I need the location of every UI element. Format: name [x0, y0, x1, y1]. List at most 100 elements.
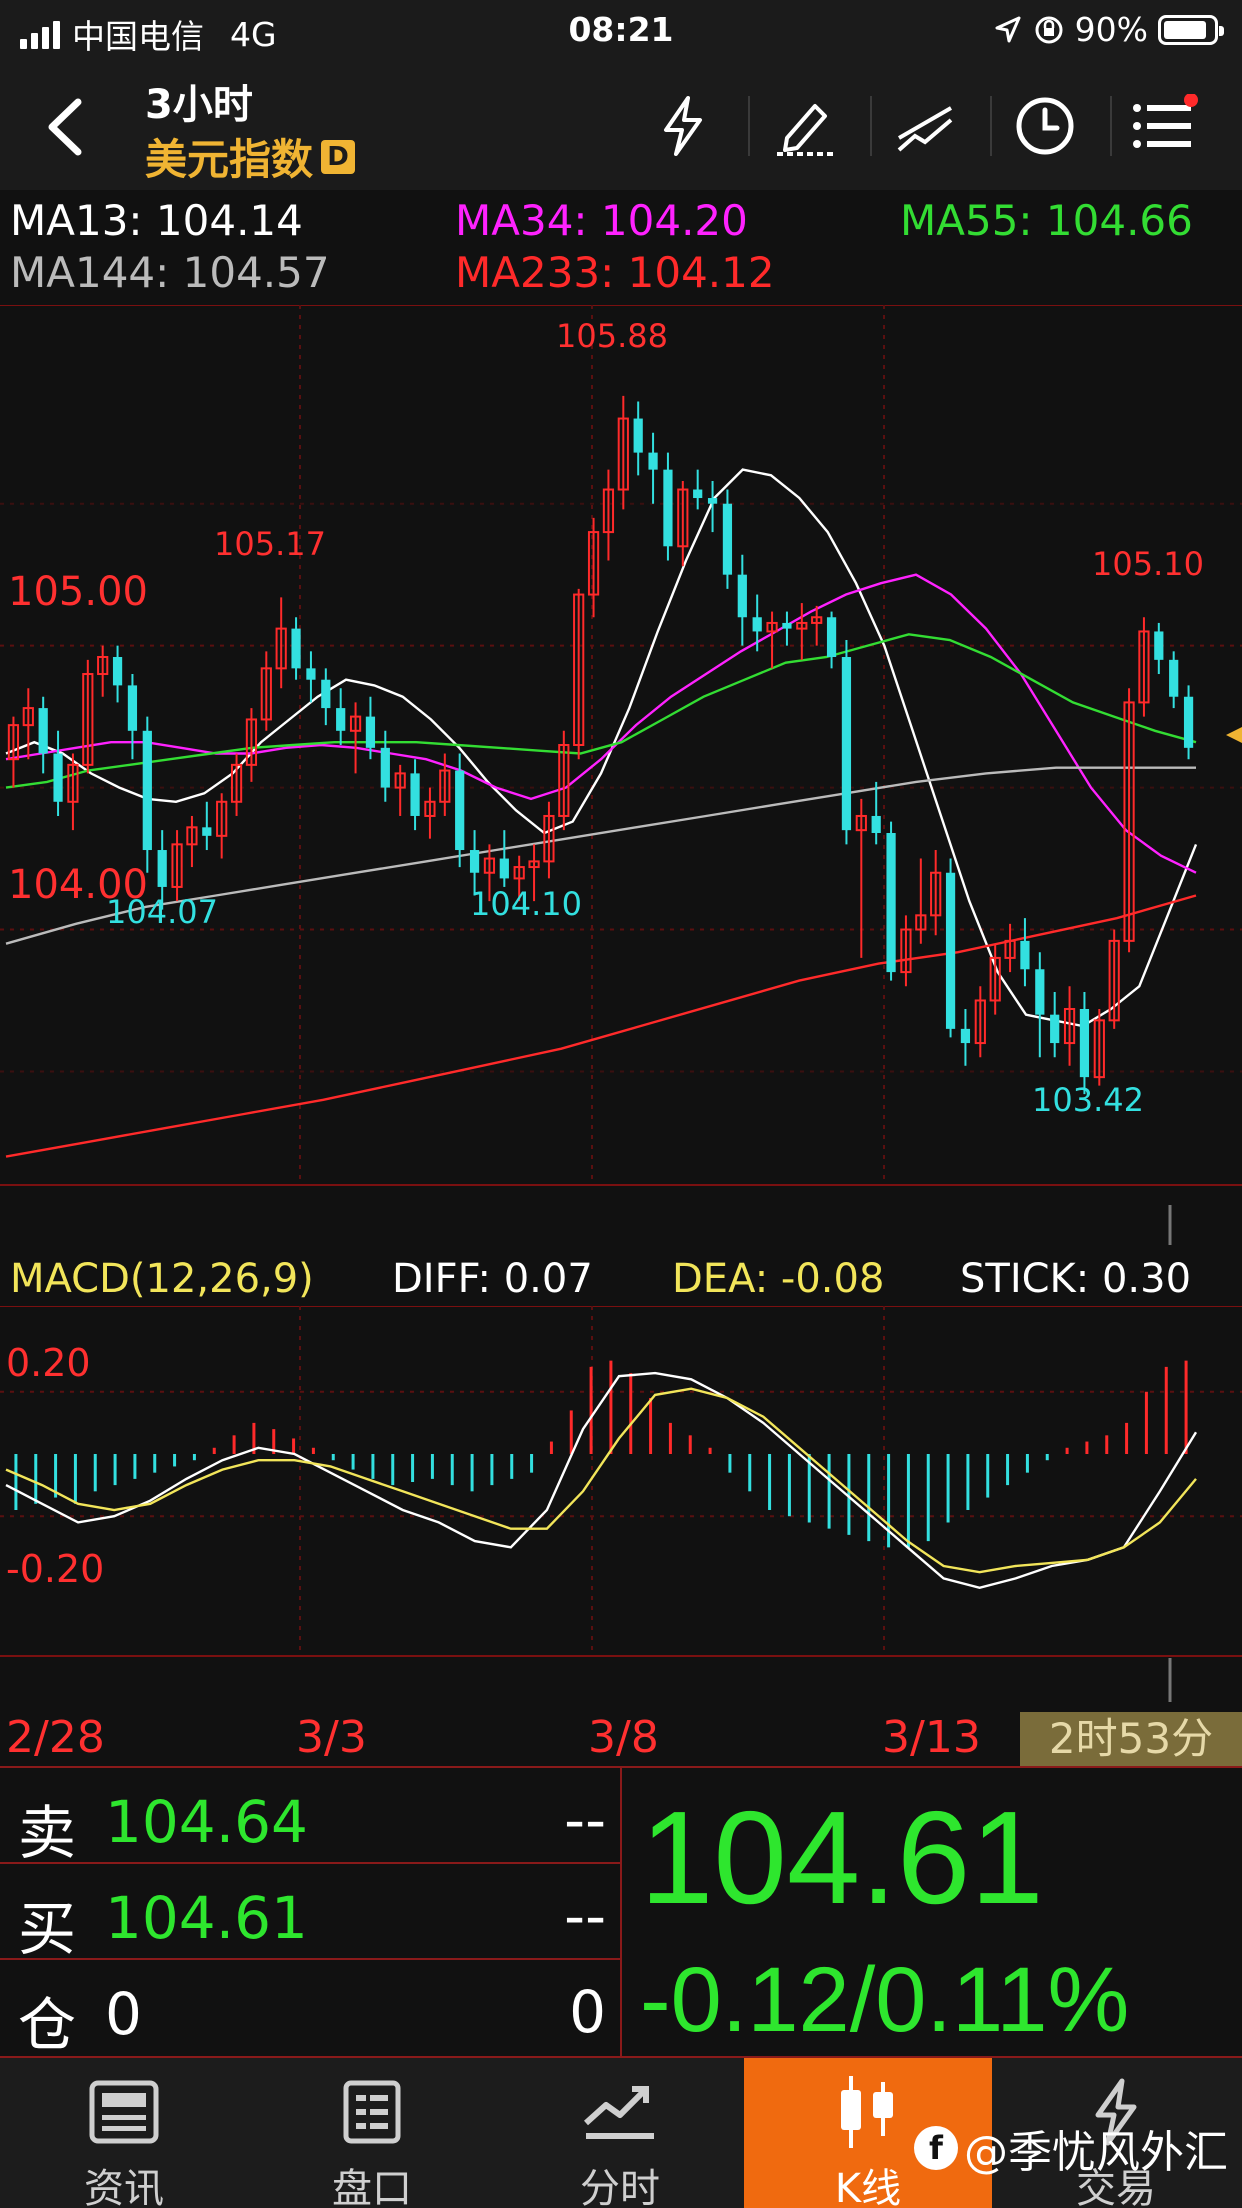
candle-body-down	[127, 685, 138, 731]
macd-sticks	[14, 1360, 1188, 1548]
macd-grid	[0, 1306, 1242, 1657]
candle	[38, 696, 48, 774]
current-price-marker	[1226, 727, 1242, 743]
candle	[142, 716, 152, 873]
nav-news-label: 资讯	[84, 2166, 164, 2208]
candle-body-down	[499, 858, 509, 879]
candle	[82, 659, 94, 774]
nav-timeshare-label: 分时	[580, 2166, 660, 2208]
candle	[1063, 986, 1076, 1066]
sell-row[interactable]: 卖 104.64 --	[0, 1768, 620, 1867]
macd-stick: STICK: 0.30	[960, 1256, 1192, 1302]
candle-body-down	[782, 622, 792, 629]
candle	[53, 730, 63, 816]
candle	[349, 702, 362, 774]
nav-timeshare[interactable]: 分时	[496, 2058, 744, 2208]
candle-body-down	[826, 617, 837, 657]
quote-divider	[620, 1768, 622, 2058]
candle	[97, 645, 109, 697]
macd-title: MACD(12,26,9)	[10, 1256, 314, 1302]
candle	[1138, 617, 1150, 717]
candle-body-down	[886, 833, 896, 973]
candle	[602, 469, 615, 561]
news-icon	[0, 2072, 248, 2152]
candle-body-down	[112, 657, 123, 686]
candle-body-down	[455, 770, 465, 851]
candle	[1004, 923, 1016, 973]
macd-chart[interactable]: 0.20 -0.20	[0, 1306, 1242, 1702]
candle	[782, 611, 792, 646]
candle	[871, 781, 881, 845]
battery-icon	[1158, 14, 1224, 45]
candle	[1035, 952, 1045, 1058]
high-label-1: 105.17	[214, 525, 326, 563]
back-arrow-icon[interactable]	[38, 92, 98, 162]
candle-body-down	[707, 498, 718, 504]
sell-volume: --	[564, 1786, 606, 1854]
ma-line-ma34	[5, 573, 1197, 874]
candle	[677, 481, 689, 567]
quote-panel: 卖 104.64 -- 买 104.61 -- 仓 0 0 104.61 -0.…	[0, 1766, 1242, 2059]
candle-body-down	[157, 850, 167, 887]
candle-body-down	[1020, 940, 1030, 970]
candle	[171, 830, 183, 902]
header-divider	[748, 96, 750, 156]
candle	[945, 858, 956, 1038]
nav-board[interactable]: 盘口	[248, 2058, 496, 2208]
position-label: 仓	[18, 1991, 77, 2059]
buy-row[interactable]: 买 104.61 --	[0, 1864, 620, 1963]
candle	[960, 1009, 971, 1066]
nav-news[interactable]: 资讯	[0, 2058, 248, 2208]
candle	[841, 639, 852, 845]
low-label-1: 104.07	[106, 893, 218, 931]
clock-icon[interactable]	[1005, 86, 1085, 166]
ma-legend: MA13: 104.14 MA34: 104.20 MA55: 104.66 M…	[0, 192, 1242, 304]
candle	[633, 401, 643, 476]
position-value: 0	[105, 1980, 142, 2048]
price-change: -0.12/0.11%	[640, 1949, 1130, 2051]
instrument-title[interactable]: 美元指数 D	[145, 126, 356, 187]
candlestick-chart[interactable]: 105.00 104.00 105.17 105.88 105.10 104.0…	[0, 305, 1242, 1245]
instrument-badge: D	[321, 139, 356, 174]
macd-legend: MACD(12,26,9) DIFF: 0.07 DEA: -0.08 STIC…	[0, 1248, 1242, 1308]
candle	[112, 645, 123, 703]
candle-body-down	[1169, 659, 1179, 697]
candle	[1183, 685, 1194, 760]
candle	[989, 943, 1001, 1015]
low-label-3: 103.42	[1032, 1081, 1144, 1119]
macd-lower-label: -0.20	[6, 1547, 104, 1591]
candle-body-down	[1035, 969, 1045, 1015]
candle	[22, 688, 34, 760]
candle	[321, 668, 331, 726]
candle	[855, 798, 867, 958]
candle-body-down	[53, 753, 63, 802]
candle-body-down	[142, 730, 152, 851]
candle	[275, 597, 287, 689]
menu-icon[interactable]	[1125, 86, 1205, 166]
macd-dea: DEA: -0.08	[672, 1256, 885, 1302]
candle-body-down	[841, 657, 852, 831]
draw-pencil-icon[interactable]	[765, 86, 845, 166]
position-volume: 0	[569, 1978, 606, 2046]
candle	[499, 830, 509, 887]
timeframe-title[interactable]: 3小时	[145, 72, 253, 130]
ma-line-ma55	[5, 633, 1197, 789]
status-right: 90%	[993, 10, 1224, 49]
candle-body-down	[693, 489, 703, 499]
chart-grid	[0, 305, 1242, 1186]
candle-body-down	[722, 503, 733, 575]
weibo-logo-icon: f	[914, 2126, 958, 2170]
candle	[617, 395, 629, 510]
low-label-2: 104.10	[470, 885, 582, 923]
x-tick-3: 3/8	[588, 1712, 659, 1763]
trendline-icon[interactable]	[885, 86, 965, 166]
candle-body-down	[1183, 696, 1194, 748]
board-icon	[248, 2072, 496, 2152]
position-row[interactable]: 仓 0 0	[0, 1960, 620, 2059]
ma-line-ma233	[5, 894, 1197, 1158]
candle	[455, 753, 465, 868]
lightning-icon[interactable]	[643, 86, 723, 166]
candle-body-down	[663, 469, 673, 547]
candle-body-down	[960, 1028, 971, 1044]
candle-body-down	[633, 418, 643, 453]
